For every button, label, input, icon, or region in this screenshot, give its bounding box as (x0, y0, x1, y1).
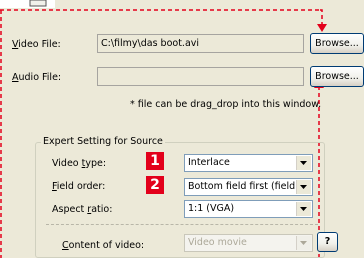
content-of-video-label: Content of video: (62, 240, 145, 251)
group-divider (46, 224, 318, 225)
video-file-field[interactable]: C:\filmy\das boot.avi (97, 34, 304, 53)
audio-browse-button[interactable]: Browse... (310, 66, 364, 87)
chevron-down-icon[interactable] (296, 236, 311, 250)
expert-settings-title: Expert Setting for Source (41, 136, 165, 148)
video-type-label: Video type: (52, 158, 107, 169)
audio-file-field[interactable] (97, 67, 304, 86)
video-type-value: Interlace (188, 157, 230, 168)
aspect-ratio-value: 1:1 (VGA) (188, 203, 235, 214)
aspect-ratio-select[interactable]: 1:1 (VGA) (184, 200, 313, 218)
field-order-select[interactable]: Bottom field first (field B) (184, 178, 313, 196)
video-file-label: Video File: (12, 39, 61, 50)
content-of-video-select[interactable]: Video movie (184, 234, 313, 252)
audio-file-label: Audio File: (12, 72, 62, 83)
chevron-down-icon[interactable] (296, 202, 311, 216)
chevron-down-icon[interactable] (296, 156, 311, 170)
callout-badge-2: 2 (146, 176, 164, 194)
callout-line-video (320, 9, 323, 26)
video-browse-button[interactable]: Browse... (310, 33, 364, 54)
top-strip-icon (29, 0, 47, 7)
field-order-label: Field order: (52, 181, 106, 192)
help-button[interactable]: ? (317, 232, 338, 252)
callout-arrow-video (317, 24, 327, 32)
video-type-select[interactable]: Interlace (184, 154, 313, 172)
chevron-down-icon[interactable] (296, 180, 311, 194)
callout-badge-1: 1 (146, 152, 164, 170)
content-of-video-value: Video movie (188, 237, 247, 248)
field-order-value: Bottom field first (field B) (188, 181, 309, 192)
drag-drop-hint: * file can be drag_drop into this window… (130, 99, 322, 110)
aspect-ratio-label: Aspect ratio: (52, 204, 113, 215)
top-strip (0, 0, 55, 8)
